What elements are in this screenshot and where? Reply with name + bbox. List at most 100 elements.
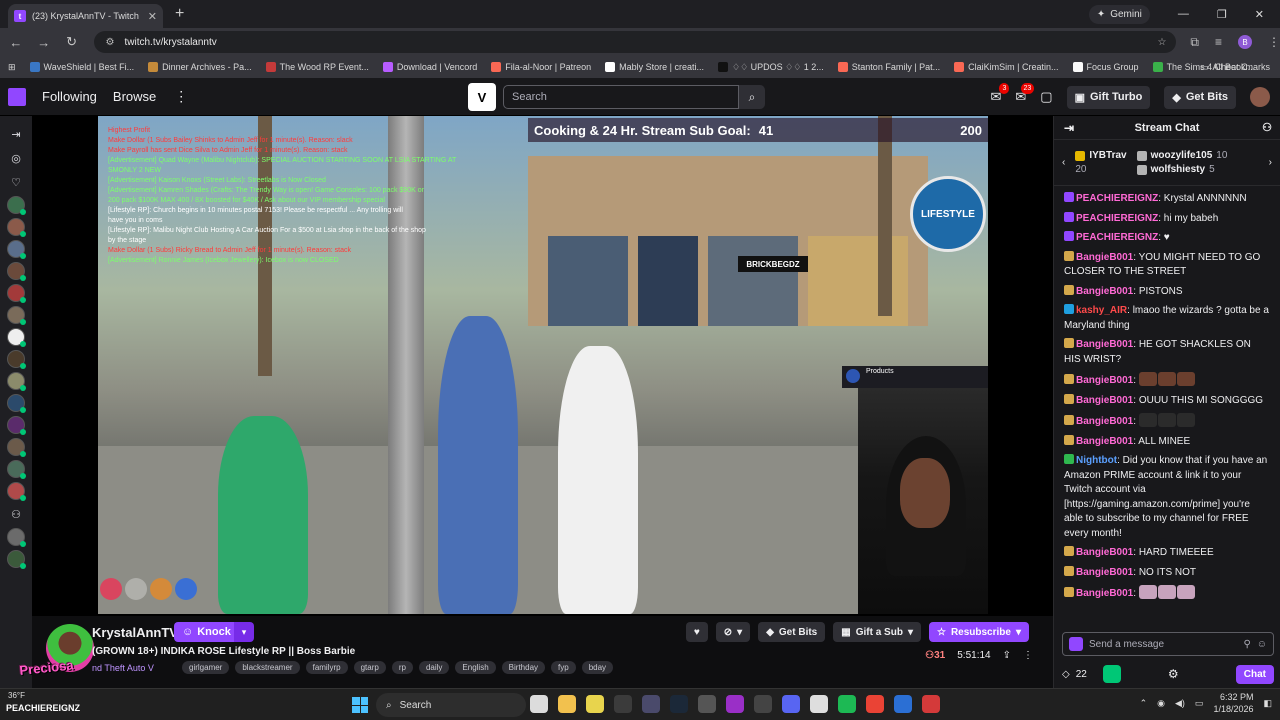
apps-icon[interactable]: ⊞ <box>8 62 16 73</box>
forward-icon[interactable]: → <box>32 35 56 50</box>
chat-username[interactable]: BangieB001 <box>1076 588 1133 599</box>
tag[interactable]: familyrp <box>305 661 348 674</box>
tag[interactable]: fyp <box>551 661 576 674</box>
chat-username[interactable]: BangieB001 <box>1076 436 1133 447</box>
tag[interactable]: English <box>455 661 496 674</box>
stream-video[interactable]: BRICKBEGDZ Highest Profit Make Dollar (1… <box>98 116 988 614</box>
chat-username[interactable]: BangieB001 <box>1076 339 1133 350</box>
tag[interactable]: Birthday <box>501 661 546 674</box>
channel-avatar[interactable] <box>7 284 26 303</box>
channel-avatar[interactable] <box>7 550 26 569</box>
channel-avatar[interactable] <box>7 460 26 479</box>
chat-username[interactable]: BangieB001 <box>1076 567 1133 578</box>
heart-icon[interactable]: ♡ <box>6 172 26 192</box>
app-icon[interactable] <box>894 695 912 713</box>
inbox-icon[interactable]: ✉ 3 <box>990 83 1010 105</box>
chat-username[interactable]: BangieB001 <box>1076 286 1133 297</box>
notifications-toggle-button[interactable]: ⊘ ▾ <box>715 622 751 642</box>
chat-input[interactable]: Send a message ⚲ ☺ <box>1062 632 1274 656</box>
clock[interactable]: 6:32 PM 1/18/2026 <box>1213 691 1253 715</box>
bookmark-item[interactable]: ♢♢ UPDOS ♢♢ 1 2... <box>718 62 824 73</box>
bookmark-item[interactable]: Mably Store | creati... <box>605 62 704 72</box>
volume-icon[interactable]: ◀) <box>1175 698 1185 709</box>
channel-avatar[interactable] <box>7 328 26 347</box>
notification-center-icon[interactable]: ◧ <box>1263 698 1272 709</box>
bookmark-item[interactable]: Focus Group <box>1072 62 1139 72</box>
chat-username[interactable]: BangieB001 <box>1076 547 1133 558</box>
more-menu-icon[interactable]: ⋮ <box>174 88 188 105</box>
tag[interactable]: blackstreamer <box>235 661 300 674</box>
more-options-icon[interactable]: ⋮ <box>1023 650 1033 661</box>
new-tab-icon[interactable]: + <box>175 5 184 23</box>
music-icon[interactable] <box>810 695 828 713</box>
chat-users-icon[interactable]: ⚇ <box>1262 121 1272 134</box>
channel-points-claim-icon[interactable] <box>1102 665 1121 683</box>
gemini-button[interactable]: ✦ Gemini <box>1088 4 1150 24</box>
stream-category[interactable]: nd Theft Auto V <box>92 663 154 673</box>
streamer-name[interactable]: KrystalAnnTV <box>92 625 178 640</box>
channel-points[interactable]: ◇ 22 <box>1062 669 1087 680</box>
user-avatar[interactable] <box>1250 87 1270 107</box>
file-explorer-icon[interactable] <box>558 695 576 713</box>
app-icon[interactable] <box>642 695 660 713</box>
tag[interactable]: daily <box>418 661 450 674</box>
network-icon[interactable]: ◉ <box>1157 698 1165 709</box>
channel-avatar[interactable] <box>7 528 26 547</box>
bookmark-item[interactable]: WaveShield | Best Fi... <box>29 62 134 72</box>
tag[interactable]: bday <box>581 661 614 674</box>
bookmark-star-icon[interactable]: ☆ <box>1157 37 1166 48</box>
app-icon[interactable] <box>614 695 632 713</box>
bookmark-item[interactable]: Download | Vencord <box>382 62 477 72</box>
chat-badge-icon[interactable] <box>1069 637 1083 651</box>
bookmark-item[interactable]: Fila-al-Noor | Patreon <box>491 62 591 72</box>
weather-widget[interactable]: 36°F <box>8 691 25 701</box>
close-window-icon[interactable]: ✕ <box>1255 8 1264 21</box>
knock-button[interactable]: ☺ Knock <box>174 622 239 642</box>
spotify-icon[interactable] <box>838 695 856 713</box>
channel-avatar[interactable] <box>7 482 26 501</box>
chat-settings-icon[interactable]: ⚙ <box>1168 667 1179 681</box>
discord-icon[interactable] <box>782 695 800 713</box>
chevron-left-icon[interactable]: ‹ <box>1062 157 1065 168</box>
windows-start-icon[interactable] <box>352 697 368 713</box>
share-icon[interactable]: ⇪ <box>1003 650 1011 661</box>
chevron-up-icon[interactable]: ⌃ <box>1140 698 1148 709</box>
add-friend-icon[interactable]: ⚇ <box>6 504 26 524</box>
channel-avatar[interactable] <box>7 394 26 413</box>
resubscribe-button[interactable]: ☆ Resubscribe ▾ <box>928 622 1029 642</box>
browser-menu-icon[interactable]: ⋮ <box>1268 35 1280 49</box>
recommended-icon[interactable]: ◎ <box>6 148 26 168</box>
all-bookmarks-button[interactable]: ▭ All Bookmarks <box>1200 62 1270 73</box>
chat-username[interactable]: BangieB001 <box>1076 416 1133 427</box>
twitch-logo-icon[interactable] <box>8 87 26 106</box>
chat-username[interactable]: kashy_AIR <box>1076 305 1127 316</box>
following-link[interactable]: Following <box>42 89 97 104</box>
chevron-right-icon[interactable]: › <box>1269 157 1272 168</box>
steam-icon[interactable] <box>670 695 688 713</box>
tag[interactable]: gtarp <box>353 661 386 674</box>
whispers-icon[interactable]: ▢ <box>1040 89 1052 105</box>
chat-username[interactable]: PEACHIEREIGNZ <box>1076 232 1158 243</box>
channel-avatar[interactable] <box>7 218 26 237</box>
search-input[interactable]: Search <box>503 85 739 109</box>
app-icon[interactable] <box>726 695 744 713</box>
notifications-icon[interactable]: ✉ 23 <box>1015 83 1035 105</box>
chat-username[interactable]: BangieB001 <box>1076 375 1133 386</box>
minimize-icon[interactable]: — <box>1178 8 1189 20</box>
channel-avatar[interactable] <box>7 306 26 325</box>
close-tab-icon[interactable]: ✕ <box>148 10 157 23</box>
battery-icon[interactable]: ▭ <box>1195 698 1204 709</box>
back-icon[interactable]: ← <box>4 35 28 50</box>
send-chat-button[interactable]: Chat <box>1235 664 1274 684</box>
extensions-icon[interactable]: ⧉ <box>1190 35 1199 50</box>
channel-avatar[interactable] <box>7 372 26 391</box>
turbo-logo-icon[interactable]: V <box>468 83 496 111</box>
search-button[interactable]: ⌕ <box>739 85 765 109</box>
restore-icon[interactable]: ❐ <box>1217 8 1227 21</box>
bookmark-item[interactable]: ClaiKimSim | Creatin... <box>954 62 1059 72</box>
app-icon[interactable] <box>754 695 772 713</box>
taskbar-search[interactable]: ⌕ Search <box>376 693 526 717</box>
chat-username[interactable]: PEACHIEREIGNZ <box>1076 193 1158 204</box>
emote-picker-icon[interactable]: ☺ <box>1257 639 1267 650</box>
task-view-icon[interactable] <box>530 695 548 713</box>
